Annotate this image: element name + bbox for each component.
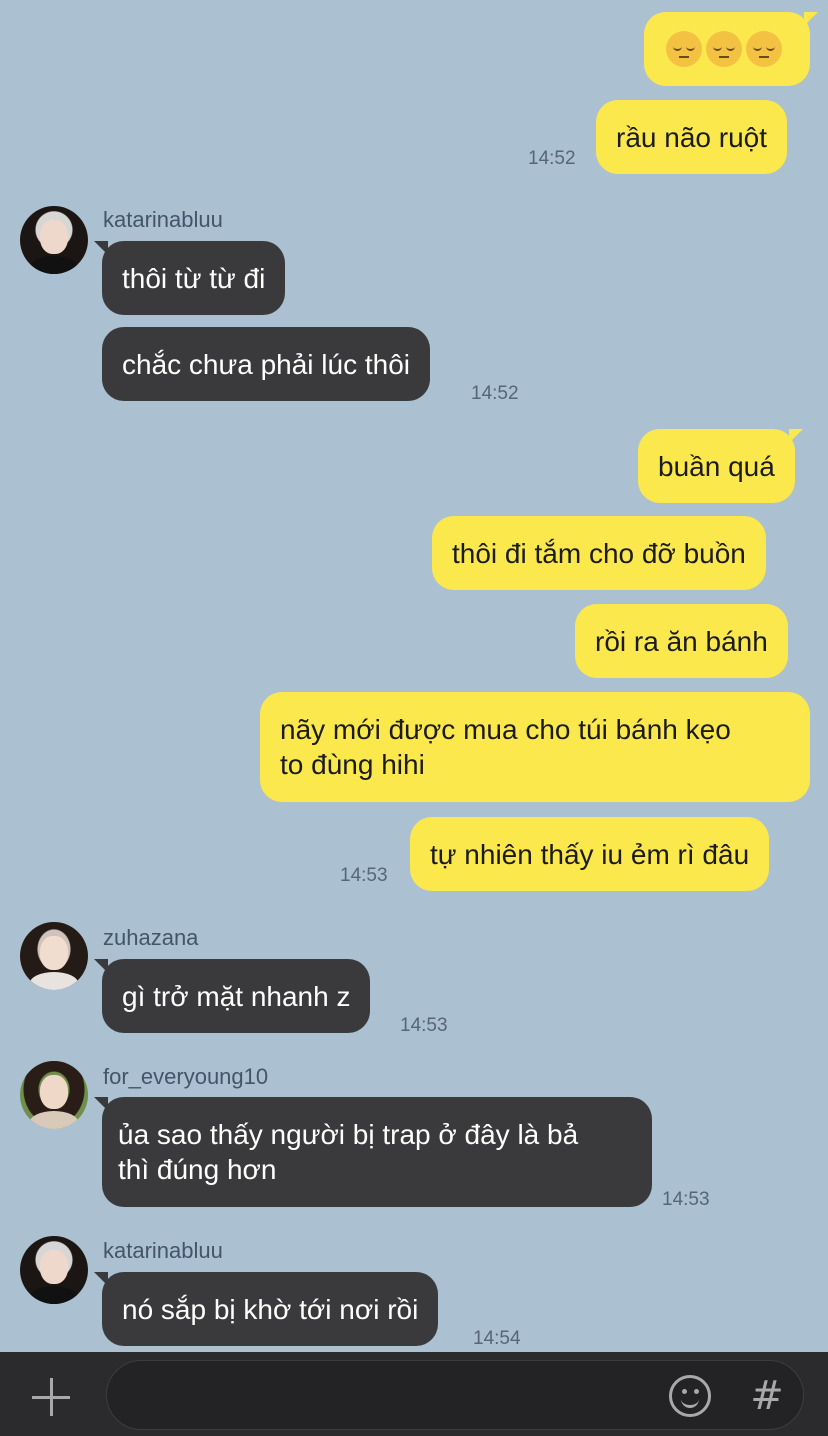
plus-icon[interactable] bbox=[26, 1372, 76, 1422]
message-text: chắc chưa phải lúc thôi bbox=[122, 349, 411, 380]
message-text: gì trở mặt nhanh z bbox=[122, 981, 351, 1012]
message-text-line: ủa sao thấy người bị trap ở đây là bả bbox=[118, 1119, 579, 1150]
smile-icon[interactable] bbox=[669, 1375, 711, 1417]
message-bubble-incoming[interactable]: nó sắp bị khờ tới nơi rồi bbox=[93, 1272, 439, 1346]
message-text: buần quá bbox=[658, 451, 775, 482]
message-bubble-outgoing[interactable]: thôi đi tắm cho đỡ buồn bbox=[432, 516, 766, 590]
emoji-message-bubble[interactable] bbox=[644, 12, 818, 86]
message-bubble-incoming[interactable]: thôi từ từ đi bbox=[93, 241, 286, 315]
message-text-line: to đùng hihi bbox=[280, 749, 425, 780]
avatar[interactable] bbox=[20, 1061, 88, 1129]
message-composer-bar: # bbox=[0, 1352, 828, 1436]
hash-icon[interactable]: # bbox=[747, 1369, 787, 1423]
avatar[interactable] bbox=[20, 206, 88, 274]
message-input[interactable] bbox=[131, 1371, 651, 1421]
message-text: thôi đi tắm cho đỡ buồn bbox=[452, 538, 746, 569]
message-bubble-incoming[interactable]: chắc chưa phải lúc thôi bbox=[102, 327, 431, 401]
message-text: rầu não ruột bbox=[616, 122, 767, 153]
message-bubble-outgoing[interactable]: tự nhiên thấy iu ẻm rì đâu bbox=[410, 817, 770, 891]
timestamp: 14:53 bbox=[340, 865, 388, 886]
timestamp: 14:53 bbox=[662, 1189, 710, 1210]
message-bubble-outgoing[interactable]: rầu não ruột bbox=[596, 100, 787, 174]
timestamp: 14:52 bbox=[471, 383, 519, 404]
message-bubble-outgoing[interactable]: buần quá bbox=[638, 429, 803, 503]
timestamp: 14:53 bbox=[400, 1015, 448, 1036]
avatar[interactable] bbox=[20, 1236, 88, 1304]
timestamp: 14:54 bbox=[473, 1328, 521, 1349]
message-text: rồi ra ăn bánh bbox=[595, 626, 768, 657]
sender-name: katarinabluu bbox=[103, 1238, 223, 1263]
message-bubble-incoming[interactable]: ủa sao thấy người bị trap ở đây là bả th… bbox=[94, 1097, 652, 1207]
message-text: nó sắp bị khờ tới nơi rồi bbox=[122, 1294, 419, 1325]
pensive-face-icon bbox=[666, 31, 702, 68]
avatar[interactable] bbox=[20, 922, 88, 990]
message-text-line: thì đúng hơn bbox=[118, 1154, 277, 1185]
sender-name: zuhazana bbox=[103, 925, 199, 950]
sender-name: for_everyoung10 bbox=[103, 1064, 269, 1089]
pensive-face-icon bbox=[706, 31, 742, 68]
message-text: thôi từ từ đi bbox=[122, 263, 266, 294]
message-bubble-incoming[interactable]: gì trở mặt nhanh z bbox=[93, 959, 371, 1033]
message-text-line: nãy mới được mua cho túi bánh kẹo bbox=[280, 714, 731, 745]
timestamp: 14:52 bbox=[528, 148, 576, 169]
message-input-container[interactable]: # bbox=[106, 1360, 804, 1430]
message-bubble-outgoing[interactable]: rồi ra ăn bánh bbox=[575, 604, 788, 678]
message-text: tự nhiên thấy iu ẻm rì đâu bbox=[430, 839, 750, 870]
pensive-face-icon bbox=[746, 31, 782, 68]
message-bubble-outgoing[interactable]: nãy mới được mua cho túi bánh kẹo to đùn… bbox=[260, 692, 810, 802]
sender-name: katarinabluu bbox=[103, 207, 223, 232]
